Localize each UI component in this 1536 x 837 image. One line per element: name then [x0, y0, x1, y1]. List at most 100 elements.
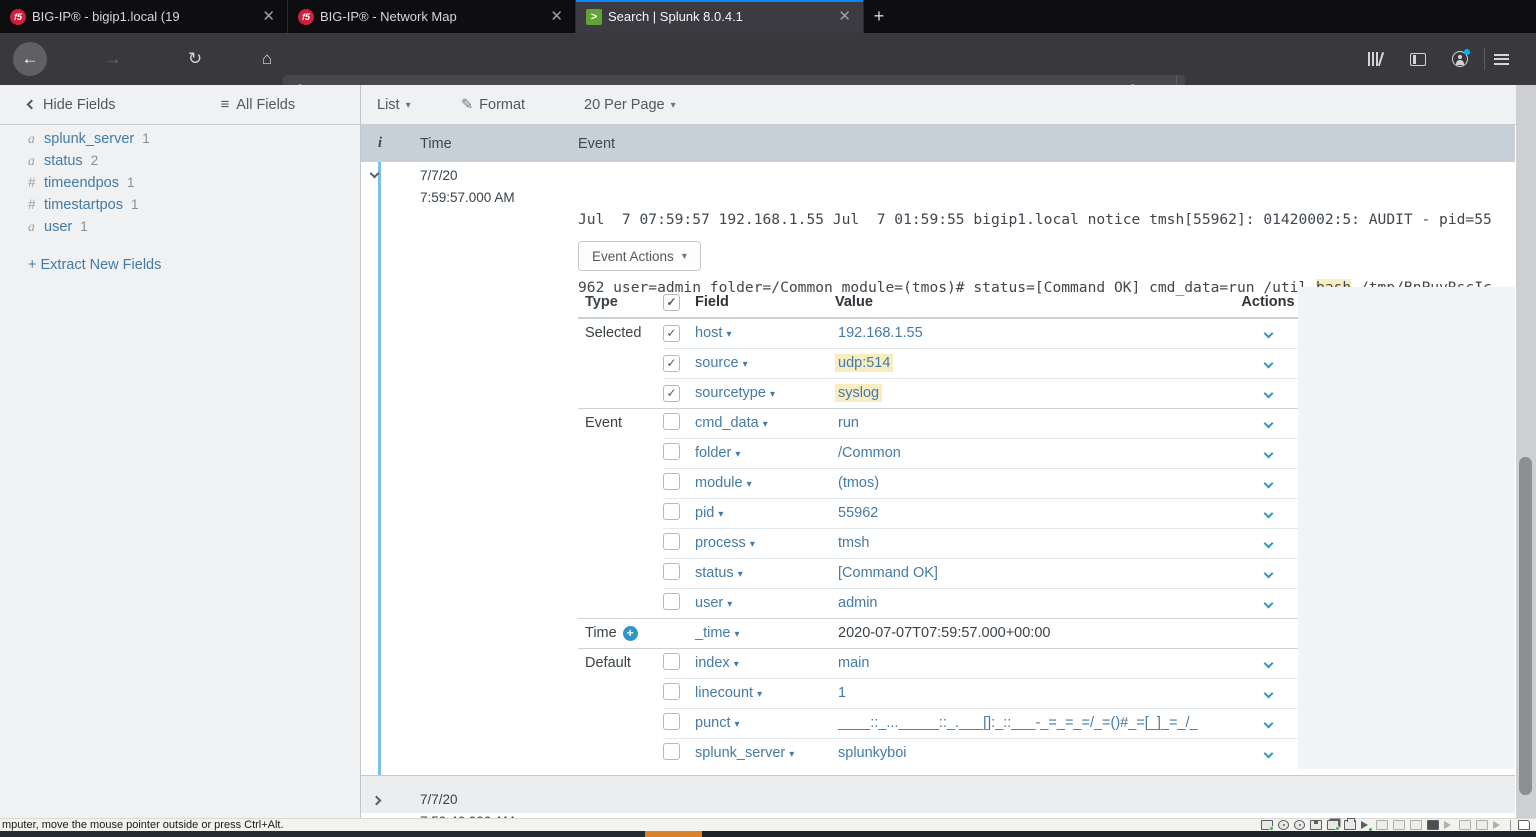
field-actions-chevron[interactable]: [1263, 658, 1273, 668]
menu-button[interactable]: [1494, 33, 1528, 85]
back-button[interactable]: ←: [12, 33, 48, 85]
select-all-checkbox[interactable]: ✓: [663, 293, 680, 311]
sidebar-field-item[interactable]: a splunk_server 1: [28, 131, 150, 153]
field-name-link[interactable]: module ▾: [695, 475, 752, 491]
field-checkbox[interactable]: [663, 682, 680, 700]
field-checkbox[interactable]: [663, 592, 680, 610]
field-name-link[interactable]: cmd_data ▾: [695, 415, 768, 431]
field-actions-chevron[interactable]: [1263, 688, 1273, 698]
field-name-link[interactable]: process ▾: [695, 535, 755, 551]
event-actions-button[interactable]: Event Actions ▾: [578, 241, 701, 271]
field-name-link[interactable]: host ▾: [695, 325, 731, 341]
field-actions-chevron[interactable]: [1263, 358, 1273, 368]
field-value[interactable]: syslog: [835, 384, 883, 402]
field-actions-chevron[interactable]: [1263, 538, 1273, 548]
field-value[interactable]: 55962: [835, 504, 881, 522]
field-checkbox[interactable]: [663, 412, 680, 430]
field-checkbox[interactable]: ✓: [663, 324, 680, 342]
sidebar-toggle-button[interactable]: [1410, 33, 1440, 85]
field-actions-chevron[interactable]: [1263, 718, 1273, 728]
field-name-link[interactable]: status: [44, 153, 83, 169]
tab-close-icon[interactable]: ✕: [258, 9, 279, 24]
reload-button[interactable]: ↻: [180, 33, 210, 85]
field-name-link[interactable]: index ▾: [695, 655, 739, 671]
sidebar-field-item[interactable]: # timestartpos 1: [28, 197, 150, 219]
field-actions-chevron[interactable]: [1263, 328, 1273, 338]
format-button[interactable]: ✎ Format: [461, 85, 525, 125]
field-name-link[interactable]: user ▾: [695, 595, 732, 611]
tab-close-icon[interactable]: ✕: [546, 9, 567, 24]
field-value[interactable]: 192.168.1.55: [835, 324, 926, 342]
field-actions-chevron[interactable]: [1263, 568, 1273, 578]
field-checkbox[interactable]: [663, 562, 680, 580]
caret-down-icon: ▾: [789, 749, 795, 760]
field-actions-chevron[interactable]: [1263, 598, 1273, 608]
field-checkbox[interactable]: [663, 472, 680, 490]
field-checkbox[interactable]: ✓: [663, 354, 680, 372]
field-value[interactable]: [Command OK]: [835, 564, 941, 582]
extract-new-fields-link[interactable]: + Extract New Fields: [28, 257, 161, 273]
add-time-icon[interactable]: +: [622, 625, 638, 641]
field-value[interactable]: udp:514: [835, 354, 894, 372]
field-checkbox[interactable]: [663, 742, 680, 760]
field-actions-chevron[interactable]: [1263, 748, 1273, 758]
scrollbar-thumb[interactable]: [1519, 457, 1532, 795]
field-name-link[interactable]: source ▾: [695, 355, 748, 371]
field-value[interactable]: /Common: [835, 444, 904, 462]
field-name-link[interactable]: splunk_server: [44, 131, 134, 147]
sidebar-field-item[interactable]: a user 1: [28, 219, 150, 241]
list-view-dropdown[interactable]: List ▾: [377, 85, 411, 125]
field-value[interactable]: 2020-07-07T07:59:57.000+00:00: [835, 624, 1053, 642]
field-checkbox[interactable]: [663, 532, 680, 550]
field-actions-chevron[interactable]: [1263, 448, 1273, 458]
results-toolbar: List ▾ ✎ Format 20 Per Page ▾: [361, 85, 1536, 125]
library-button[interactable]: [1368, 33, 1398, 85]
field-name-link[interactable]: status ▾: [695, 565, 743, 581]
field-name-link[interactable]: pid ▾: [695, 505, 723, 521]
field-value[interactable]: ____::_..._____::_.___[]:_::___-_=_=_=/_…: [835, 714, 1201, 732]
new-tab-button[interactable]: +: [864, 0, 894, 33]
vertical-scrollbar[interactable]: [1516, 85, 1536, 818]
field-name-link[interactable]: folder ▾: [695, 445, 740, 461]
field-actions-chevron[interactable]: [1263, 388, 1273, 398]
field-checkbox[interactable]: [663, 712, 680, 730]
field-name-link[interactable]: sourcetype ▾: [695, 385, 775, 401]
collapsed-event-row[interactable]: 7/7/20 7:59:46.000 AM Jul 7 07:59:46 192…: [361, 775, 1515, 818]
field-checkbox[interactable]: [663, 652, 680, 670]
actions-column-header: Actions: [1241, 294, 1295, 310]
field-checkbox[interactable]: ✓: [663, 384, 680, 402]
field-checkbox[interactable]: [663, 442, 680, 460]
all-fields-button[interactable]: ≡ All Fields: [221, 96, 296, 113]
field-actions-chevron[interactable]: [1263, 418, 1273, 428]
field-checkbox[interactable]: [663, 502, 680, 520]
field-name-link[interactable]: _time ▾: [695, 625, 740, 641]
field-value[interactable]: tmsh: [835, 534, 872, 552]
field-value[interactable]: run: [835, 414, 862, 432]
field-row: user ▾ admin: [578, 588, 1298, 618]
field-value[interactable]: splunkyboi: [835, 744, 910, 762]
field-value[interactable]: (tmos): [835, 474, 882, 492]
usb-controller-icon: [1427, 820, 1439, 830]
field-name-link[interactable]: timeendpos: [44, 175, 119, 191]
home-button[interactable]: ⌂: [252, 33, 282, 85]
field-value[interactable]: admin: [835, 594, 881, 612]
tab-bigip-local[interactable]: f5 BIG-IP® - bigip1.local (19 ✕: [0, 0, 288, 33]
per-page-dropdown[interactable]: 20 Per Page ▾: [584, 85, 676, 125]
account-button[interactable]: [1452, 33, 1482, 85]
tab-network-map[interactable]: f5 BIG-IP® - Network Map ✕: [288, 0, 576, 33]
field-name-link[interactable]: splunk_server ▾: [695, 745, 794, 761]
field-value[interactable]: 1: [835, 684, 849, 702]
field-name-link[interactable]: user: [44, 219, 72, 235]
tab-close-icon[interactable]: ✕: [834, 9, 855, 24]
field-name-link[interactable]: timestartpos: [44, 197, 123, 213]
tab-splunk-search[interactable]: > Search | Splunk 8.0.4.1 ✕: [576, 0, 864, 33]
sidebar-field-item[interactable]: a status 2: [28, 153, 150, 175]
field-name-link[interactable]: linecount ▾: [695, 685, 762, 701]
sidebar-field-item[interactable]: # timeendpos 1: [28, 175, 150, 197]
hide-fields-button[interactable]: Hide Fields: [26, 97, 116, 113]
forward-button[interactable]: →: [98, 33, 128, 85]
field-name-link[interactable]: punct ▾: [695, 715, 740, 731]
field-value[interactable]: main: [835, 654, 872, 672]
field-actions-chevron[interactable]: [1263, 478, 1273, 488]
field-actions-chevron[interactable]: [1263, 508, 1273, 518]
